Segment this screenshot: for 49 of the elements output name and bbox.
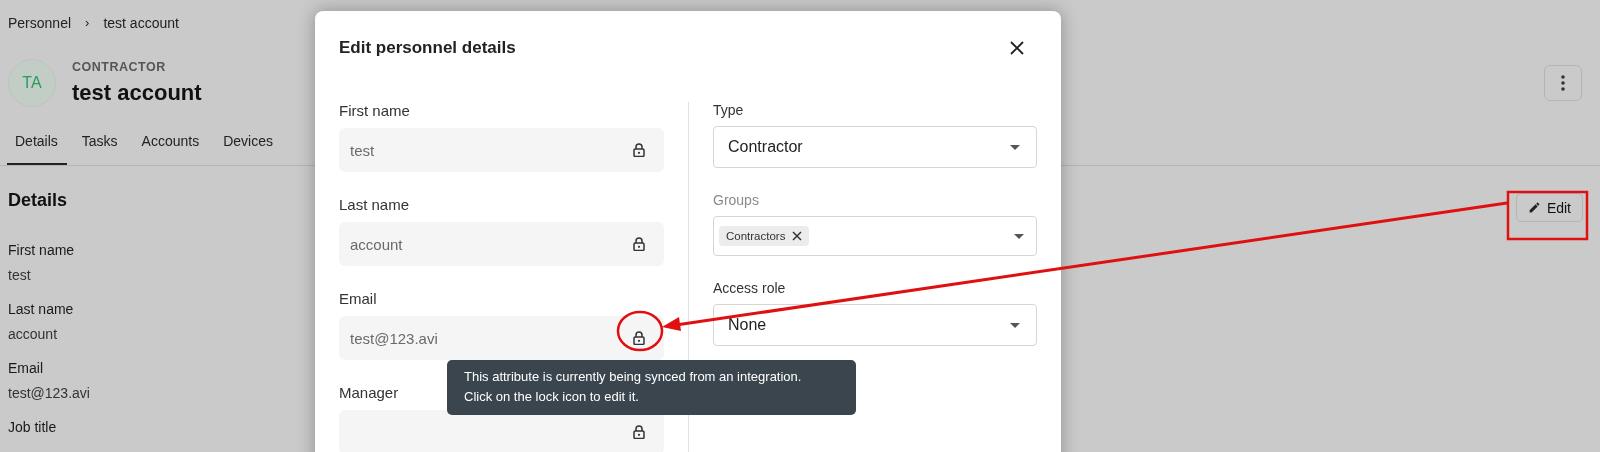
field-label: Email — [8, 360, 43, 376]
edit-button[interactable]: Edit — [1515, 193, 1583, 222]
breadcrumb-separator: › — [85, 15, 90, 32]
remove-icon[interactable] — [792, 231, 803, 241]
select-field[interactable]: Contractors — [713, 216, 1037, 256]
caret-icon — [1010, 322, 1020, 328]
field-label: Access role — [713, 280, 786, 296]
lock-icon[interactable] — [633, 331, 645, 345]
annotation-circle — [616, 310, 664, 352]
select-field[interactable]: Contractor — [713, 126, 1037, 168]
avatar: TA — [8, 59, 56, 107]
person-type: CONTRACTOR — [72, 60, 167, 74]
field-label: Last name — [8, 301, 74, 317]
field-label: Manager — [339, 384, 399, 401]
more-button[interactable] — [1544, 65, 1582, 101]
input-field[interactable] — [339, 410, 664, 452]
caret-icon — [1014, 233, 1024, 239]
tab[interactable]: Devices — [214, 121, 282, 165]
pencil-icon — [1527, 201, 1541, 214]
field-label: Type — [713, 102, 744, 118]
field-label: Last name — [339, 196, 410, 213]
tab[interactable]: Tasks — [72, 121, 127, 165]
tab[interactable]: Details — [7, 121, 67, 165]
input-field[interactable]: test@123.avi — [339, 316, 664, 360]
field-value: test@123.avi — [8, 385, 90, 401]
chip-label: Contractors — [726, 230, 786, 242]
field-value: account — [8, 326, 58, 342]
person-name: test account — [72, 80, 203, 106]
lock-icon[interactable] — [633, 425, 645, 439]
kebab-icon — [1561, 75, 1565, 91]
tooltip: This attribute is currently being synced from an integration. Click on the lock icon to edit it. — [447, 360, 856, 415]
section-title: Details — [8, 190, 68, 211]
field-label: First name — [339, 102, 410, 119]
input-field[interactable]: account — [339, 222, 664, 266]
field-label: Email — [339, 290, 377, 307]
breadcrumb-current: test account — [103, 15, 179, 33]
lock-icon[interactable] — [633, 237, 645, 251]
dialog-title: Edit personnel details — [339, 38, 516, 58]
tab[interactable]: Accounts — [132, 121, 209, 165]
field-label: First name — [8, 242, 75, 258]
select-field[interactable]: None — [713, 304, 1037, 346]
field-label: Groups — [713, 192, 759, 208]
field-value: test — [8, 267, 31, 283]
input-field[interactable]: test — [339, 128, 664, 172]
field-label: Job title — [8, 419, 57, 435]
lock-icon[interactable] — [633, 143, 645, 157]
breadcrumb-link[interactable]: Personnel — [8, 15, 72, 37]
close-icon[interactable] — [1009, 40, 1025, 56]
caret-icon — [1010, 144, 1020, 150]
